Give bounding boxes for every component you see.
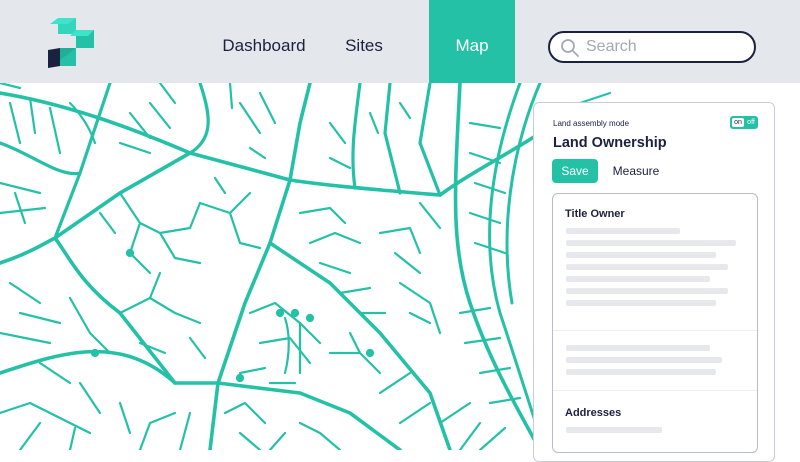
- land-ownership-panel: Land assembly mode on off Land Ownership…: [533, 102, 775, 462]
- placeholder-line: [566, 345, 710, 351]
- panel-title: Land Ownership: [553, 135, 667, 151]
- placeholder-line: [566, 288, 728, 294]
- placeholder-line: [566, 252, 716, 258]
- addresses-heading: Addresses: [565, 407, 622, 419]
- placeholder-line: [566, 228, 680, 234]
- land-assembly-mode-label: Land assembly mode: [553, 119, 630, 128]
- section-divider: [553, 390, 757, 391]
- toggle-off-label: off: [747, 119, 755, 126]
- save-button[interactable]: Save: [552, 159, 598, 183]
- search-icon[interactable]: [560, 38, 580, 58]
- ownership-details-card[interactable]: Title Owner Addresses: [552, 193, 758, 453]
- search-box[interactable]: [548, 31, 756, 63]
- placeholder-line: [566, 276, 710, 282]
- top-navigation-bar: Dashboard Sites Map: [0, 0, 800, 83]
- placeholder-line: [566, 264, 728, 270]
- search-input[interactable]: [586, 35, 746, 59]
- section-divider: [553, 330, 757, 331]
- land-assembly-mode-toggle[interactable]: on off: [730, 116, 758, 129]
- placeholder-line: [566, 427, 662, 433]
- placeholder-line: [566, 357, 722, 363]
- nav-dashboard[interactable]: Dashboard: [212, 0, 316, 83]
- nav-sites[interactable]: Sites: [334, 0, 394, 83]
- toggle-on-label: on: [732, 118, 744, 127]
- brand-logo-icon[interactable]: [44, 18, 100, 70]
- placeholder-line: [566, 369, 716, 375]
- placeholder-line: [566, 240, 736, 246]
- placeholder-line: [566, 300, 716, 306]
- measure-button[interactable]: Measure: [606, 159, 666, 183]
- title-owner-heading: Title Owner: [565, 208, 625, 220]
- nav-map[interactable]: Map: [429, 0, 515, 83]
